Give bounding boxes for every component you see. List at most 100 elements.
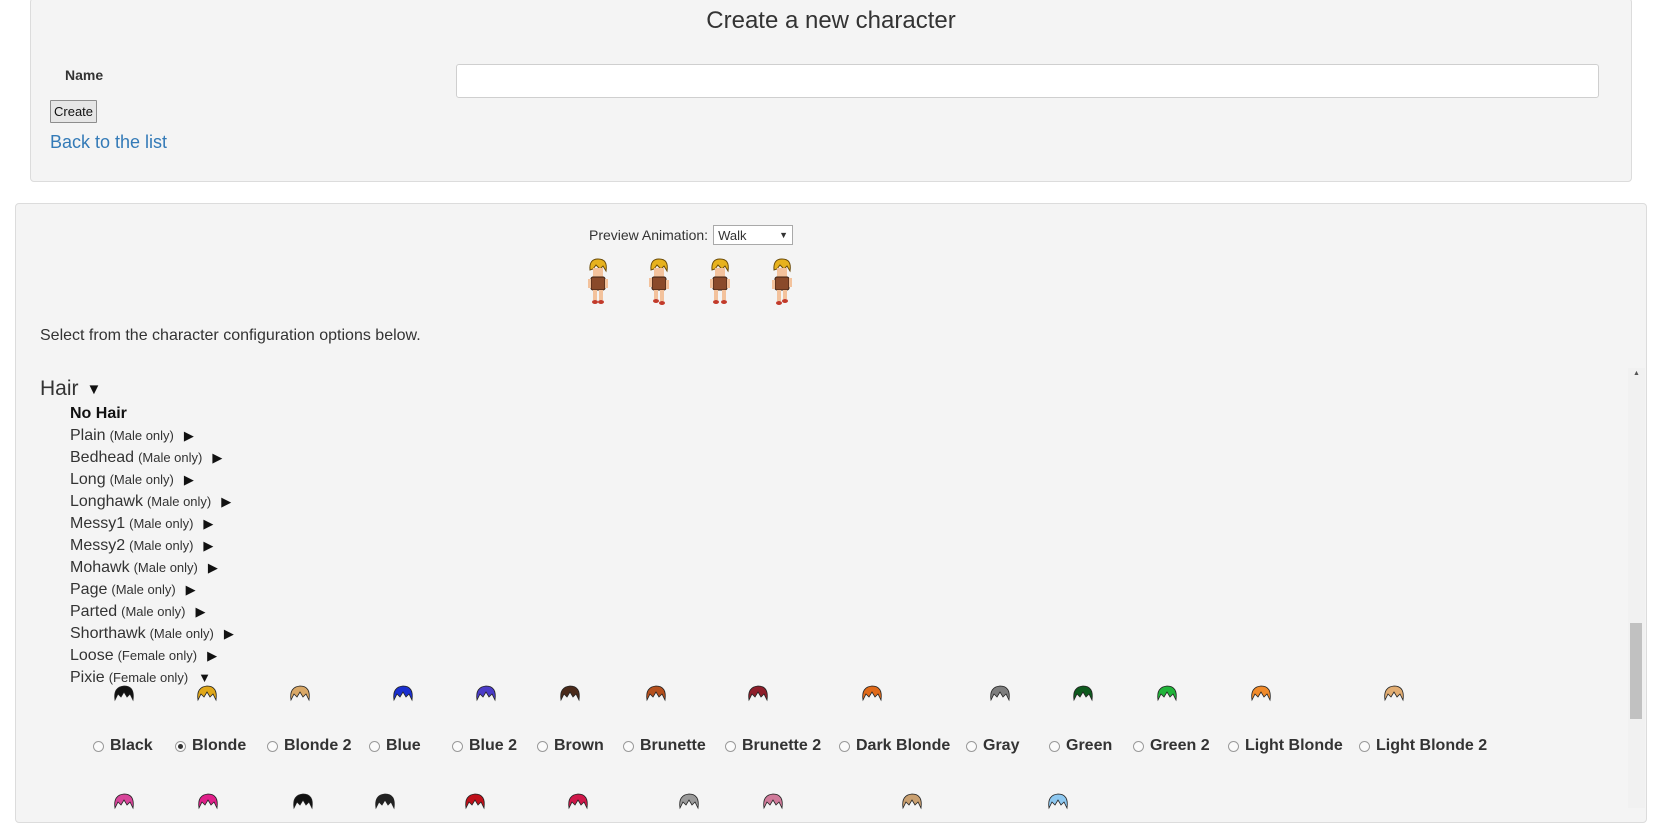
hair-color-option[interactable]: Green xyxy=(1049,737,1112,755)
hair-color-option[interactable]: Blue xyxy=(369,737,421,755)
collapsed-triangle-icon[interactable]: ▶ xyxy=(224,626,234,642)
hair-color-radio[interactable] xyxy=(537,740,548,752)
collapsed-triangle-icon[interactable]: ▶ xyxy=(195,604,205,620)
hair-color-option[interactable]: Brunette xyxy=(623,737,706,755)
hair-color-radio[interactable] xyxy=(966,740,977,752)
name-input[interactable] xyxy=(456,64,1599,98)
hair-section-toggle[interactable]: Hair ▼ xyxy=(40,377,101,401)
hair-color-radio[interactable] xyxy=(1359,740,1370,752)
create-character-panel: Create a new character Name Create Back … xyxy=(30,0,1632,182)
hair-style-note: (Male only) xyxy=(121,604,186,619)
preview-animation-row: Preview Animation: Walk ▼ xyxy=(589,225,794,245)
hair-color-option[interactable]: Blonde xyxy=(175,737,246,755)
preview-animation-label: Preview Animation: xyxy=(589,227,709,243)
scroll-up-arrow-icon[interactable]: ▲ xyxy=(1628,370,1645,377)
create-button[interactable]: Create xyxy=(50,100,98,123)
hair-color-label: Blue 2 xyxy=(469,737,518,754)
hair-color-option[interactable]: Blue 2 xyxy=(452,737,517,755)
hair-style-note: (Male only) xyxy=(109,428,174,443)
hair-style-note: (Male only) xyxy=(138,450,203,465)
hair-style-item[interactable]: Mohawk (Male only) ▶ xyxy=(70,559,234,581)
collapsed-triangle-icon[interactable]: ▶ xyxy=(186,582,196,598)
hair-style-note: (Male only) xyxy=(109,472,174,487)
hair-color-swatch-icon xyxy=(679,793,699,810)
hair-color-label: Black xyxy=(110,737,153,754)
collapsed-triangle-icon[interactable]: ▶ xyxy=(184,472,194,488)
hair-color-radio[interactable] xyxy=(839,740,850,752)
hair-color-radio[interactable] xyxy=(452,740,463,752)
hair-style-item[interactable]: Long (Male only) ▶ xyxy=(70,471,234,493)
hair-color-label: Blonde xyxy=(192,737,247,754)
hair-style-note: (Male only) xyxy=(133,560,198,575)
hair-color-swatch-icon xyxy=(763,793,783,810)
hair-style-name: Messy2 xyxy=(70,537,126,554)
hair-color-swatch-icon xyxy=(114,793,134,810)
collapsed-triangle-icon[interactable]: ▶ xyxy=(203,516,213,532)
hair-color-radio[interactable] xyxy=(623,740,634,752)
hair-style-item[interactable]: Shorthawk (Male only) ▶ xyxy=(70,625,234,647)
hair-color-label: Light Blonde 2 xyxy=(1376,737,1488,754)
hair-style-item[interactable]: Messy1 (Male only) ▶ xyxy=(70,515,234,537)
hair-color-swatch-icon xyxy=(290,685,310,702)
expanded-triangle-icon: ▼ xyxy=(86,380,102,398)
preview-animation-value: Walk xyxy=(718,227,747,243)
hair-color-option[interactable]: Gray xyxy=(966,737,1019,755)
hair-color-label: Dark Blonde xyxy=(856,737,951,754)
hair-color-swatch-icon xyxy=(114,685,134,702)
character-sprite-preview-1 xyxy=(588,258,608,304)
collapsed-triangle-icon[interactable]: ▶ xyxy=(212,450,222,466)
hair-color-radio[interactable] xyxy=(1133,740,1144,752)
hair-style-note: (Male only) xyxy=(129,538,194,553)
hair-style-name: Messy1 xyxy=(70,515,126,532)
collapsed-triangle-icon[interactable]: ▶ xyxy=(221,494,231,510)
hair-style-name: Long xyxy=(70,471,106,488)
hair-color-radio[interactable] xyxy=(725,740,736,752)
character-sprite-preview-4 xyxy=(772,258,792,305)
hair-color-radio[interactable] xyxy=(267,740,278,752)
hair-color-swatch-icon xyxy=(1251,685,1271,702)
hair-color-label: Brunette 2 xyxy=(742,737,822,754)
hair-style-item[interactable]: Messy2 (Male only) ▶ xyxy=(70,537,234,559)
character-sprite-preview-2 xyxy=(649,258,669,305)
hair-color-option[interactable]: Light Blonde xyxy=(1228,737,1343,755)
hair-color-option[interactable]: Brunette 2 xyxy=(725,737,821,755)
hair-style-name: Mohawk xyxy=(70,559,130,576)
hair-color-swatch-icon xyxy=(862,685,882,702)
vertical-scrollbar[interactable]: ▲ xyxy=(1628,368,1645,808)
hair-color-swatch-icon xyxy=(198,793,218,810)
hair-style-item[interactable]: Longhawk (Male only) ▶ xyxy=(70,493,234,515)
hair-style-note: (Male only) xyxy=(111,582,176,597)
hair-color-radio[interactable] xyxy=(1049,740,1060,752)
hair-style-note: (Male only) xyxy=(149,626,214,641)
preview-animation-select[interactable]: Walk ▼ xyxy=(713,225,794,245)
hair-style-item[interactable]: Plain (Male only) ▶ xyxy=(70,427,234,449)
hair-style-item[interactable]: Page (Male only) ▶ xyxy=(70,581,234,603)
hair-color-option[interactable]: Blonde 2 xyxy=(267,737,352,755)
hair-color-option[interactable]: Dark Blonde xyxy=(839,737,950,755)
hair-color-option[interactable]: Green 2 xyxy=(1133,737,1210,755)
hair-style-item[interactable]: Parted (Male only) ▶ xyxy=(70,603,234,625)
hair-color-swatch-icon xyxy=(375,793,395,810)
collapsed-triangle-icon[interactable]: ▶ xyxy=(207,648,217,664)
hair-color-option[interactable]: Brown xyxy=(537,737,604,755)
hair-color-label: Brown xyxy=(554,737,604,754)
hair-color-swatch-icon xyxy=(1073,685,1093,702)
hair-color-option[interactable]: Light Blonde 2 xyxy=(1359,737,1487,755)
hair-style-item[interactable]: Bedhead (Male only) ▶ xyxy=(70,449,234,471)
scrollbar-thumb[interactable] xyxy=(1630,623,1642,719)
hair-color-radio[interactable] xyxy=(175,740,186,752)
collapsed-triangle-icon[interactable]: ▶ xyxy=(203,538,213,554)
character-config-panel: Preview Animation: Walk ▼ Select from th… xyxy=(15,203,1647,823)
collapsed-triangle-icon[interactable]: ▶ xyxy=(184,428,194,444)
hair-color-swatch-icon xyxy=(476,685,496,702)
options-scroll-area: Hair ▼ No Hair Plain (Male only) ▶ Bedhead… xyxy=(16,359,1628,829)
back-to-list-link[interactable]: Back to the list xyxy=(50,132,167,153)
hair-color-radio[interactable] xyxy=(93,740,104,752)
hair-color-option[interactable]: Black xyxy=(93,737,153,755)
hair-color-radio[interactable] xyxy=(1228,740,1239,752)
hair-style-item[interactable]: Loose (Female only) ▶ xyxy=(70,647,234,669)
collapsed-triangle-icon[interactable]: ▶ xyxy=(208,560,218,576)
hair-color-radio[interactable] xyxy=(369,740,380,752)
no-hair-option[interactable]: No Hair xyxy=(70,405,127,423)
hair-color-swatch-icon xyxy=(465,793,485,810)
